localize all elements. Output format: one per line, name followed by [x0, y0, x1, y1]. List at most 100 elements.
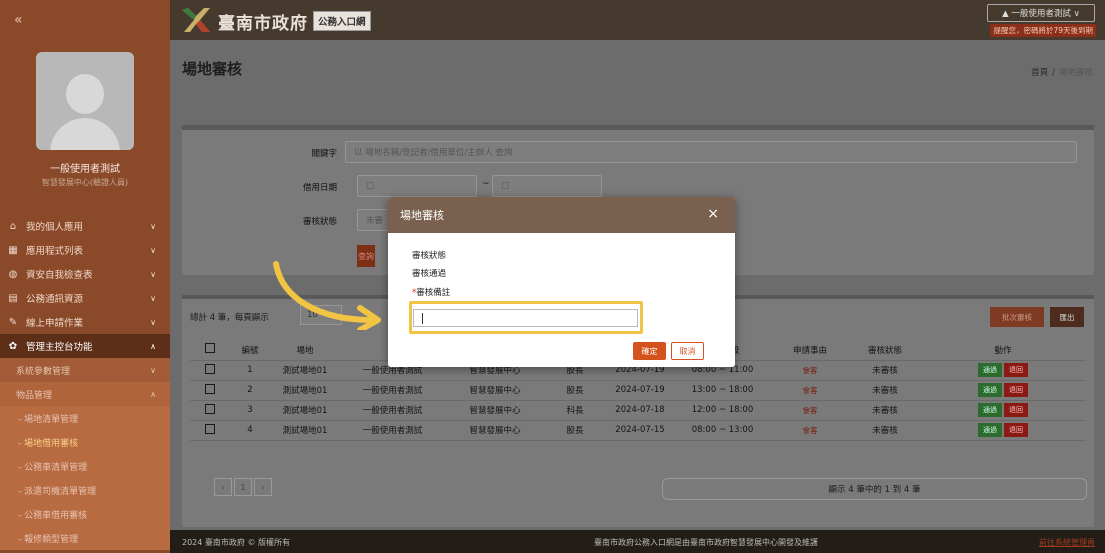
row-venue: 測試場地01 [270, 400, 340, 421]
annotation-arrow-icon [273, 261, 381, 330]
date-end-input[interactable]: □ [492, 175, 602, 197]
grid-icon: ▦ [8, 244, 18, 256]
sidebar-item-venue-review[interactable]: - 場地借用審核 [0, 430, 170, 454]
collapse-icon[interactable]: « [14, 12, 23, 28]
row-reason-link[interactable]: 會客 [803, 406, 818, 415]
city-logo-icon [182, 8, 210, 32]
sidebar-item-security-check[interactable]: ◍ 資安自我檢查表 ∨ [0, 262, 170, 286]
site-title[interactable]: 臺南市政府 [218, 9, 308, 34]
approve-button[interactable]: 通過 [978, 363, 1002, 377]
next-page-button[interactable]: › [254, 478, 272, 496]
reject-button[interactable]: 退回 [1004, 363, 1028, 377]
highlight-box [409, 301, 643, 334]
row-status: 未審核 [850, 400, 920, 421]
note-label-text: 審核備註 [416, 288, 451, 298]
cancel-button[interactable]: 取消 [671, 342, 704, 360]
reject-button[interactable]: 退回 [1004, 383, 1028, 397]
sidebar-item-system-params[interactable]: 系統參數管理 ∨ [0, 358, 170, 382]
sidebar-item-online-apply[interactable]: ✎ 線上申請作業 ∨ [0, 310, 170, 334]
reject-button[interactable]: 退回 [1004, 423, 1028, 437]
sidebar-item-label: 公務通訊資源 [26, 294, 84, 305]
sidebar-item-driver-list[interactable]: - 派遣司機清單管理 [0, 478, 170, 502]
sidebar: « 一般使用者測試 智慧發展中心(驗證人員) ⌂ 我的個人應用 ∨ ▦ 應用程式列表 ∨… [0, 0, 170, 553]
sidebar-item-apps[interactable]: ▦ 應用程式列表 ∨ [0, 238, 170, 262]
row-status: 未審核 [850, 380, 920, 401]
chevron-down-icon: ∨ [150, 245, 156, 255]
row-applicant: 一般使用者測試 [340, 420, 445, 441]
page-1-button[interactable]: 1 [234, 478, 252, 496]
row-reason-link[interactable]: 會客 [803, 426, 818, 435]
footer-copyright: 2024 臺南市政府 © 版權所有 [182, 538, 290, 547]
user-menu-button[interactable]: ▲ 一般使用者測試 ∨ [987, 4, 1095, 22]
row-applicant: 一般使用者測試 [340, 400, 445, 421]
table-row: 4 測試場地01 一般使用者測試 智慧發展中心 股長 2024-07-15 08… [190, 420, 1086, 441]
select-all-cell[interactable] [190, 340, 230, 361]
modal-header: 場地審核 × [388, 197, 735, 233]
select-all-checkbox[interactable] [205, 343, 215, 354]
chevron-down-icon: ∨ [150, 365, 156, 375]
keyword-label: 關鍵字 [311, 149, 337, 159]
row-no: 3 [230, 400, 270, 421]
sidebar-item-goods[interactable]: 物品管理 ∧ [0, 382, 170, 406]
row-checkbox[interactable] [205, 383, 215, 394]
pen-icon: ✎ [8, 316, 18, 328]
row-reason-link[interactable]: 會客 [803, 366, 818, 375]
row-reason-link[interactable]: 會客 [803, 386, 818, 395]
shield-icon: ◍ [8, 268, 18, 280]
row-title: 股長 [545, 420, 605, 441]
modal-status-label: 審核狀態 [412, 251, 447, 261]
modal-status-value: 審核通過 [412, 269, 447, 279]
row-checkbox[interactable] [205, 363, 215, 374]
sidebar-item-admin-console[interactable]: ✿ 管理主控台功能 ∧ [0, 334, 170, 358]
approve-button[interactable]: 通過 [978, 423, 1002, 437]
prev-page-button[interactable]: ‹ [214, 478, 232, 496]
export-button[interactable]: 匯出 [1050, 307, 1084, 327]
col-action: 動作 [920, 340, 1086, 361]
reject-button[interactable]: 退回 [1004, 403, 1028, 417]
chevron-down-icon: ∨ [150, 221, 156, 231]
col-reason[interactable]: 申請事由 [770, 340, 850, 361]
chevron-down-icon: ∨ [150, 293, 156, 303]
row-date: 2024-07-19 [605, 380, 675, 401]
sidebar-collapse-button[interactable]: « [0, 0, 170, 40]
row-no: 2 [230, 380, 270, 401]
row-venue: 測試場地01 [270, 360, 340, 381]
sidebar-item-label: 物品管理 [16, 390, 53, 401]
col-venue[interactable]: 場地 [270, 340, 340, 361]
keyword-input[interactable]: 以 場地名稱/登記者/借用單位/主辦人 查詢 [345, 141, 1077, 163]
row-venue: 測試場地01 [270, 380, 340, 401]
row-checkbox[interactable] [205, 423, 215, 434]
sidebar-item-personal[interactable]: ⌂ 我的個人應用 ∨ [0, 214, 170, 238]
date-label: 借用日期 [302, 183, 337, 193]
modal-note-label: *審核備註 [412, 286, 450, 298]
table-row: 3 測試場地01 一般使用者測試 智慧發展中心 科長 2024-07-18 12… [190, 400, 1086, 421]
row-checkbox[interactable] [205, 403, 215, 414]
gear-icon: ✿ [8, 340, 18, 352]
row-status: 未審核 [850, 360, 920, 381]
batch-review-button[interactable]: 批次審核 [990, 307, 1044, 327]
footer-admin-link[interactable]: 前往系統管理頁 [1039, 537, 1095, 548]
password-expiry-note: 提醒您，密碼將於79天後到期 [990, 24, 1096, 37]
row-unit: 智慧發展中心 [445, 380, 545, 401]
confirm-button[interactable]: 確定 [633, 342, 666, 360]
user-name: 一般使用者測試 [50, 164, 120, 175]
col-status[interactable]: 審核狀態 [850, 340, 920, 361]
sidebar-item-comm-resources[interactable]: ▤ 公務通訊資源 ∨ [0, 286, 170, 310]
document-icon: ▤ [8, 292, 18, 304]
row-applicant: 一般使用者測試 [340, 380, 445, 401]
chevron-down-icon: ∨ [150, 269, 156, 279]
page-title: 場地審核 [182, 60, 243, 78]
modal-title: 場地審核 [400, 209, 444, 222]
sidebar-item-venue-list[interactable]: - 場地清單管理 [0, 406, 170, 430]
breadcrumb-home[interactable]: 首頁 [1031, 68, 1048, 78]
sidebar-item-repair-types[interactable]: - 報修類型管理 [0, 526, 170, 550]
calendar-icon: □ [501, 181, 510, 191]
approve-button[interactable]: 通過 [978, 383, 1002, 397]
sidebar-item-car-review[interactable]: - 公務車借用審核 [0, 502, 170, 526]
sidebar-item-car-list[interactable]: - 公務車清單管理 [0, 454, 170, 478]
date-start-input[interactable]: □ [357, 175, 477, 197]
close-icon[interactable]: × [707, 206, 719, 222]
approve-button[interactable]: 通過 [978, 403, 1002, 417]
col-no[interactable]: 編號 [230, 340, 270, 361]
table-row: 2 測試場地01 一般使用者測試 智慧發展中心 股長 2024-07-19 13… [190, 380, 1086, 401]
